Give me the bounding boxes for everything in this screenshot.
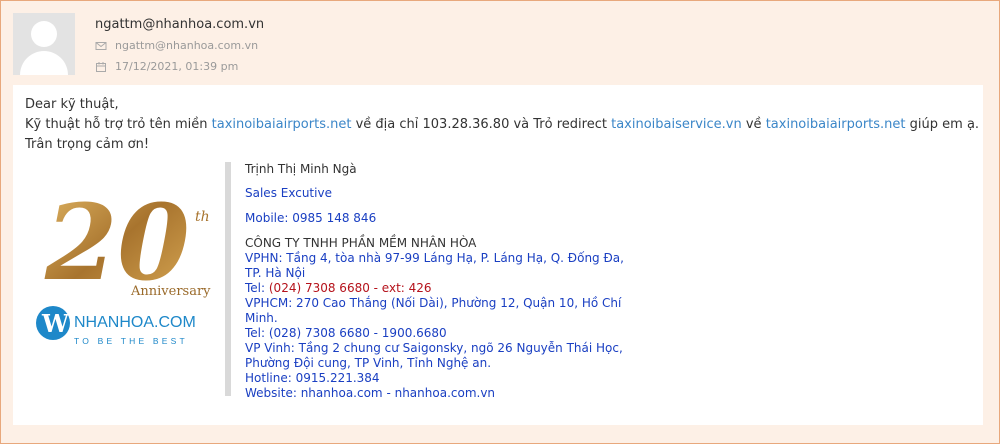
logo-suffix: th [195,209,210,225]
signature-vphcm-line1: VPHCM: 270 Cao Thắng (Nối Dài), Phường 1… [245,296,635,311]
request-text-4: giúp em ạ. [906,117,980,132]
signature-vphcm-line2: Minh. [245,311,635,326]
sender-email[interactable]: ngattm@nhanhoa.com.vn [115,39,258,52]
greeting: Dear kỹ thuật, [25,95,979,115]
domain-link-3[interactable]: taxinoibaiairports.net [766,117,906,132]
signature-hotline: Hotline: 0915.221.384 [245,371,635,386]
sender-email-row: ngattm@nhanhoa.com.vn [95,39,258,52]
signature-vphn-line2: TP. Hà Nội [245,266,635,281]
request-text-3: về [742,117,766,132]
signature: Trịnh Thị Minh Ngà Sales Excutive Mobile… [245,162,635,401]
request-text-1: Kỹ thuật hỗ trợ trỏ tên miền [25,117,212,132]
signature-tel1-value: (024) 7308 6680 - ext: 426 [269,281,432,295]
website-link-2[interactable]: nhanhoa.com.vn [395,386,495,400]
email-header: ngattm@nhanhoa.com.vn ngattm@nhanhoa.com… [13,13,983,75]
signature-company: CÔNG TY TNHH PHẦN MỀM NHÂN HÒA [245,236,635,251]
domain-link-2[interactable]: taxinoibaiservice.vn [611,117,742,132]
signature-tel1: Tel: (024) 7308 6680 - ext: 426 [245,281,635,296]
signature-website-sep: - [383,386,395,400]
sender-name[interactable]: ngattm@nhanhoa.com.vn [95,17,264,32]
logo-brand: NHANHOA.COM [74,314,196,331]
signature-tel1-label: Tel: [245,281,269,295]
message-body: Dear kỹ thuật, Kỹ thuật hỗ trợ trỏ tên m… [13,85,983,425]
signature-name: Trịnh Thị Minh Ngà [245,162,635,186]
signature-vinh-line2: Phường Đội cung, TP Vinh, Tỉnh Nghệ an. [245,356,635,371]
signature-mobile: Mobile: 0985 148 846 [245,211,635,236]
signature-title: Sales Excutive [245,186,635,211]
logo-tagline: TO BE THE BEST [74,336,188,346]
request-line: Kỹ thuật hỗ trợ trỏ tên miền taxinoibaia… [25,115,979,135]
envelope-icon [95,40,107,52]
request-text-2: về địa chỉ 103.28.36.80 và Trỏ redirect [351,117,611,132]
sent-date-row: 17/12/2021, 01:39 pm [95,60,238,73]
closing: Trân trọng cảm ơn! [25,135,979,155]
signature-tel2: Tel: (028) 7308 6680 - 1900.6680 [245,326,635,341]
signature-vphn-line1: VPHN: Tầng 4, tòa nhà 97-99 Láng Hạ, P. … [245,251,635,266]
avatar [13,13,75,75]
logo-anniversary: Anniversary [130,284,211,299]
signature-divider [225,162,231,396]
calendar-icon [95,61,107,73]
website-link-1[interactable]: nhanhoa.com [301,386,383,400]
domain-link-1[interactable]: taxinoibaiairports.net [212,117,352,132]
logo-w-letter: W [41,309,70,338]
signature-website-label: Website: [245,386,301,400]
sent-date: 17/12/2021, 01:39 pm [115,60,238,73]
message-text: Dear kỹ thuật, Kỹ thuật hỗ trợ trỏ tên m… [25,95,979,155]
email-frame: ngattm@nhanhoa.com.vn ngattm@nhanhoa.com… [0,0,1000,444]
signature-vinh-line1: VP Vinh: Tầng 2 chung cư Saigonsky, ngõ … [245,341,635,356]
signature-website: Website: nhanhoa.com - nhanhoa.com.vn [245,386,635,401]
nhanhoa-20th-anniversary-logo: 20 th Anniversary W NHANHOA.COM TO BE TH… [33,181,223,361]
